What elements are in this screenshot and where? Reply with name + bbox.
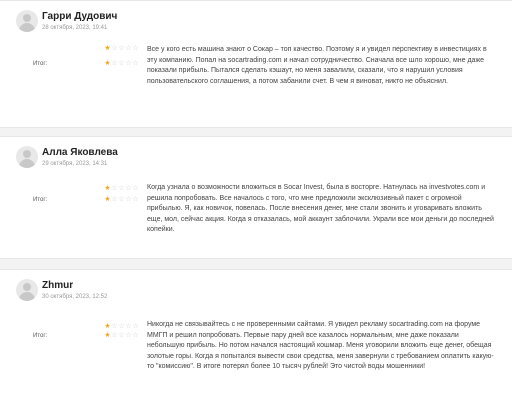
total-label: Итог:	[33, 61, 48, 67]
star-icon: ☆	[118, 45, 125, 52]
star-icon: ☆	[118, 60, 125, 67]
star-icon: ★	[104, 60, 111, 67]
star-icon: ☆	[118, 185, 125, 192]
star-icon: ☆	[132, 45, 139, 52]
review-text: Когда узнала о возможности вложиться в S…	[147, 184, 494, 233]
star-icon: ☆	[132, 196, 139, 203]
review-author: Гарри Дудович	[42, 11, 118, 22]
avatar	[16, 146, 38, 168]
star-icon: ☆	[125, 185, 132, 192]
total-label: Итог:	[33, 197, 48, 203]
star-icon: ☆	[111, 323, 118, 330]
star-icon: ☆	[125, 323, 132, 330]
total-rating: ★☆☆☆☆	[104, 332, 139, 340]
star-icon: ☆	[111, 45, 118, 52]
review-card: Zhmur 30 октября, 2023, 12:52 ★☆☆☆☆ Итог…	[0, 269, 512, 403]
star-icon: ☆	[132, 323, 139, 330]
review-date: 28 октября, 2023, 19:41	[42, 25, 108, 31]
review-card: Гарри Дудович 28 октября, 2023, 19:41 ★☆…	[0, 0, 512, 128]
total-label: Итог:	[33, 333, 48, 339]
star-icon: ☆	[111, 332, 118, 339]
total-rating: ★☆☆☆☆	[104, 196, 139, 204]
review-card: Алла Яковлева 29 октября, 2023, 14:31 ★☆…	[0, 136, 512, 259]
review-rating: ★☆☆☆☆	[104, 185, 139, 193]
star-icon: ☆	[132, 332, 139, 339]
star-icon: ☆	[118, 196, 125, 203]
review-rating: ★☆☆☆☆	[104, 323, 139, 331]
review-text: Никогда не связывайтесь с не проверенным…	[147, 321, 494, 370]
star-icon: ☆	[125, 332, 132, 339]
avatar	[16, 279, 38, 301]
star-icon: ☆	[118, 323, 125, 330]
star-icon: ★	[104, 45, 111, 52]
star-icon: ★	[104, 196, 111, 203]
star-icon: ☆	[125, 60, 132, 67]
review-date: 30 октября, 2023, 12:52	[42, 294, 108, 300]
star-icon: ★	[104, 185, 111, 192]
star-icon: ☆	[125, 45, 132, 52]
review-rating: ★☆☆☆☆	[104, 45, 139, 53]
review-author: Zhmur	[42, 280, 74, 291]
review-text: Все у кого есть машина знают о Сокар – т…	[147, 46, 487, 85]
star-icon: ☆	[125, 196, 132, 203]
star-icon: ☆	[111, 185, 118, 192]
review-date: 29 октября, 2023, 14:31	[42, 161, 108, 167]
star-icon: ★	[104, 323, 111, 330]
star-icon: ☆	[111, 196, 118, 203]
star-icon: ★	[104, 332, 111, 339]
star-icon: ☆	[132, 185, 139, 192]
total-rating: ★☆☆☆☆	[104, 60, 139, 68]
star-icon: ☆	[132, 60, 139, 67]
avatar	[16, 10, 38, 32]
star-icon: ☆	[111, 60, 118, 67]
star-icon: ☆	[118, 332, 125, 339]
review-author: Алла Яковлева	[42, 147, 118, 158]
